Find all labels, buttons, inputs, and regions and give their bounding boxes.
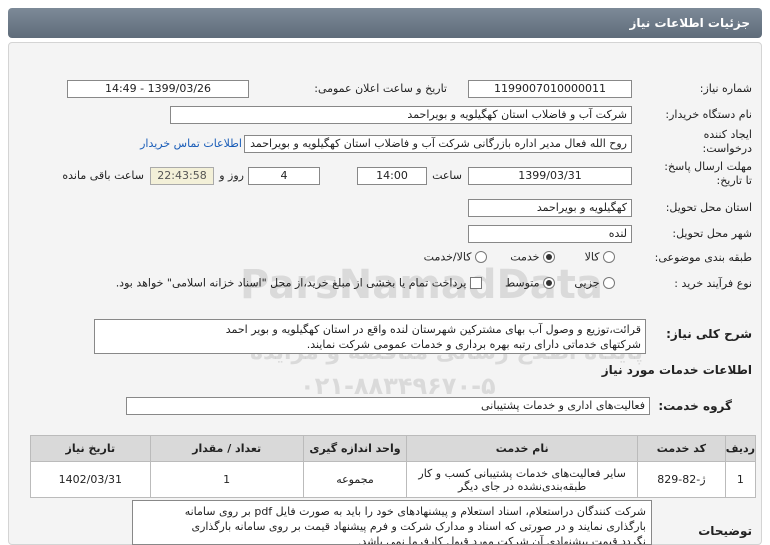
notes-label: توضیحات	[698, 524, 752, 538]
description-label: شرح کلی نیاز:	[666, 327, 752, 341]
category-option-goods-service[interactable]: کالا/خدمت	[424, 250, 487, 264]
cell-code: ژ-82-829	[637, 461, 726, 498]
buyer-value: شرکت آب و فاضلاب استان کهگیلویه و بویراح…	[170, 106, 632, 124]
deadline-label-2: تا تاریخ:	[716, 174, 752, 187]
creator-label-1: ایجاد کننده	[703, 128, 752, 141]
notes-line-2: بارگذاری نمایند و در صورتی که اسناد و مد…	[191, 520, 646, 533]
buyer-label: نام دستگاه خریدار:	[665, 108, 752, 121]
col-header-name: نام خدمت	[406, 435, 639, 462]
province-value: کهگیلویه و بویراحمد	[468, 199, 632, 217]
time-label: ساعت	[432, 169, 462, 182]
col-header-index: ردیف	[724, 435, 757, 462]
deadline-time: 14:00	[357, 167, 427, 185]
category-label: طبقه بندی موضوعی:	[654, 251, 752, 264]
col-header-code: کد خدمت	[637, 435, 726, 462]
purchase-option-medium[interactable]: متوسط	[505, 276, 555, 290]
city-label: شهر محل تحویل:	[672, 227, 752, 240]
col-header-date: تاریخ نیاز	[30, 435, 151, 462]
purchase-option-minor[interactable]: جزیی	[574, 276, 615, 290]
checkbox-icon	[470, 277, 482, 289]
col-header-unit: واحد اندازه گیری	[302, 435, 408, 462]
page-header: جزئیات اطلاعات نیاز	[8, 8, 762, 38]
notes-box: شرکت کنندگان دراستعلام، اسناد استعلام و …	[132, 500, 652, 545]
radio-selected-icon	[543, 251, 555, 263]
services-section-title: اطلاعات خدمات مورد نیاز	[601, 363, 752, 377]
announce-value: 1399/03/26 - 14:49	[67, 80, 249, 98]
announce-label: تاریخ و ساعت اعلان عمومی:	[314, 82, 447, 95]
description-line-2: شرکتهای خدماتی دارای رتبه بهره برداری و …	[306, 338, 641, 351]
remaining-label: ساعت باقی مانده	[62, 169, 144, 182]
notes-line-1: شرکت کنندگان دراستعلام، اسناد استعلام و …	[184, 505, 646, 518]
need-number-label: شماره نیاز:	[699, 82, 752, 95]
cell-name: سایر فعالیت‌های خدمات پشتیبانی کسب و کار…	[406, 461, 639, 498]
radio-selected-icon	[543, 277, 555, 289]
notes-line-3: نگردد قیمت پیشنهادی آن شرکت مورد قبول کا…	[357, 535, 646, 545]
cell-date: 1402/03/31	[30, 461, 151, 498]
payment-checkbox[interactable]: پرداخت تمام یا بخشی از مبلغ خرید،از محل …	[116, 276, 482, 290]
option-label: جزیی	[574, 276, 600, 290]
deadline-label-1: مهلت ارسال پاسخ:	[664, 160, 752, 173]
service-group-value: فعالیت‌های اداری و خدمات پشتیبانی	[126, 397, 650, 415]
purchase-type-label: نوع فرآیند خرید :	[674, 277, 752, 290]
option-label: خدمت	[510, 250, 540, 264]
cell-name-line-1: سایر فعالیت‌های خدمات پشتیبانی کسب و کار	[418, 466, 626, 480]
city-value: لنده	[468, 225, 632, 243]
table-header-row: ردیف کد خدمت نام خدمت واحد اندازه گیری ت…	[30, 435, 757, 462]
option-label: کالا/خدمت	[423, 250, 472, 264]
option-label: کالا	[584, 250, 600, 264]
radio-icon	[603, 277, 615, 289]
radio-icon	[603, 251, 615, 263]
option-label: متوسط	[504, 276, 540, 290]
creator-label-2: درخواست:	[702, 142, 752, 155]
services-table: ردیف کد خدمت نام خدمت واحد اندازه گیری ت…	[30, 435, 757, 498]
need-number-value: 1199007010000011	[468, 80, 632, 98]
cell-unit: مجموعه	[302, 461, 408, 498]
province-label: استان محل تحویل:	[665, 201, 752, 214]
days-label: روز و	[219, 169, 244, 182]
days-value: 4	[248, 167, 320, 185]
cell-qty: 1	[149, 461, 304, 498]
buyer-contact-link[interactable]: اطلاعات تماس خریدار	[140, 137, 242, 150]
category-option-service[interactable]: خدمت	[510, 250, 555, 264]
cell-name-line-2: طبقه‌بندی‌نشده در جای دیگر	[458, 479, 587, 493]
creator-value: روح الله فعال مدیر اداره بازرگانی شرکت آ…	[244, 135, 632, 153]
payment-note: پرداخت تمام یا بخشی از مبلغ خرید،از محل …	[115, 276, 467, 290]
table-row: 1 ژ-82-829 سایر فعالیت‌های خدمات پشتیبان…	[30, 461, 757, 498]
col-header-qty: تعداد / مقدار	[149, 435, 304, 462]
radio-icon	[475, 251, 487, 263]
description-box: قرائت،توزیع و وصول آب بهای مشترکین شهرست…	[94, 319, 646, 354]
service-group-label: گروه خدمت:	[658, 399, 732, 413]
cell-index: 1	[724, 461, 757, 498]
category-option-goods[interactable]: کالا	[585, 250, 615, 264]
deadline-date: 1399/03/31	[468, 167, 632, 185]
description-line-1: قرائت،توزیع و وصول آب بهای مشترکین شهرست…	[225, 323, 641, 336]
remaining-timer: 22:43:58	[150, 167, 214, 185]
